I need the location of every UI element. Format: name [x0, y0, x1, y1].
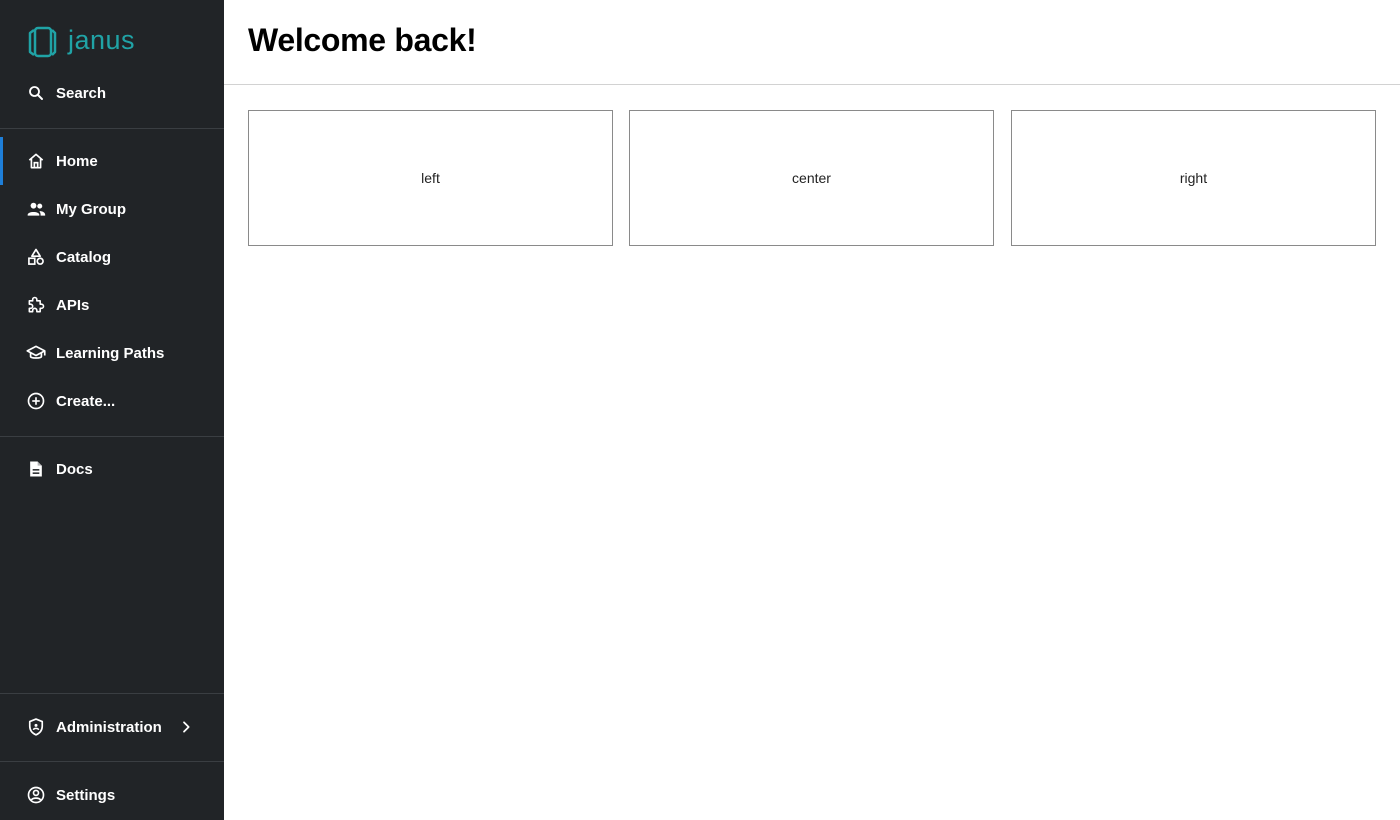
extension-icon: [26, 295, 46, 315]
category-icon: [26, 247, 46, 267]
sidebar-item-label: Home: [56, 152, 98, 170]
sidebar-item-label: My Group: [56, 200, 126, 218]
sidebar: janus Search Home My Group Catalog APIs …: [0, 0, 224, 820]
account-circle-icon: [26, 785, 46, 805]
page-title: Welcome back!: [248, 22, 477, 58]
sidebar-divider: [0, 128, 224, 129]
chevron-right-icon: [183, 721, 190, 733]
sidebar-item-label: Learning Paths: [56, 344, 165, 362]
sidebar-item-label: Administration: [56, 718, 162, 736]
janus-logo-icon: [28, 26, 57, 58]
sidebar-item-label: Create...: [56, 392, 116, 410]
group-icon: [26, 199, 46, 219]
add-circle-icon: [26, 391, 46, 411]
janus-logo[interactable]: janus: [24, 24, 135, 60]
school-icon: [26, 343, 46, 363]
sidebar-item-label: APIs: [56, 296, 90, 314]
sidebar-item-label: Docs: [56, 460, 93, 478]
panel-right: right: [1011, 110, 1376, 246]
home-icon: [26, 151, 46, 171]
sidebar-search[interactable]: Search: [0, 69, 224, 117]
sidebar-item-home[interactable]: Home: [0, 137, 224, 185]
sidebar-item-catalog[interactable]: Catalog: [0, 233, 224, 281]
sidebar-item-learning-paths[interactable]: Learning Paths: [0, 329, 224, 377]
sidebar-item-my-group[interactable]: My Group: [0, 185, 224, 233]
search-icon: [26, 83, 46, 103]
admin-shield-icon: [26, 717, 46, 737]
panel-center: center: [629, 110, 994, 246]
sidebar-item-administration[interactable]: Administration: [0, 703, 224, 751]
page-header: Welcome back!: [224, 0, 1400, 85]
sidebar-item-settings[interactable]: Settings: [0, 771, 224, 819]
sidebar-item-label: Catalog: [56, 248, 112, 266]
sidebar-item-create[interactable]: Create...: [0, 377, 224, 425]
main-content: Welcome back! left center right: [224, 0, 1400, 820]
sidebar-divider: [0, 436, 224, 437]
description-icon: [26, 459, 46, 479]
panel-left: left: [248, 110, 613, 246]
sidebar-divider: [0, 693, 224, 694]
sidebar-item-label: Settings: [56, 786, 116, 804]
sidebar-item-docs[interactable]: Docs: [0, 445, 224, 493]
app-root: janus Search Home My Group Catalog APIs …: [0, 0, 1400, 820]
sidebar-item-apis[interactable]: APIs: [0, 281, 224, 329]
sidebar-divider: [0, 761, 224, 762]
logo-text: janus: [68, 24, 136, 55]
sidebar-search-label: Search: [56, 84, 107, 102]
